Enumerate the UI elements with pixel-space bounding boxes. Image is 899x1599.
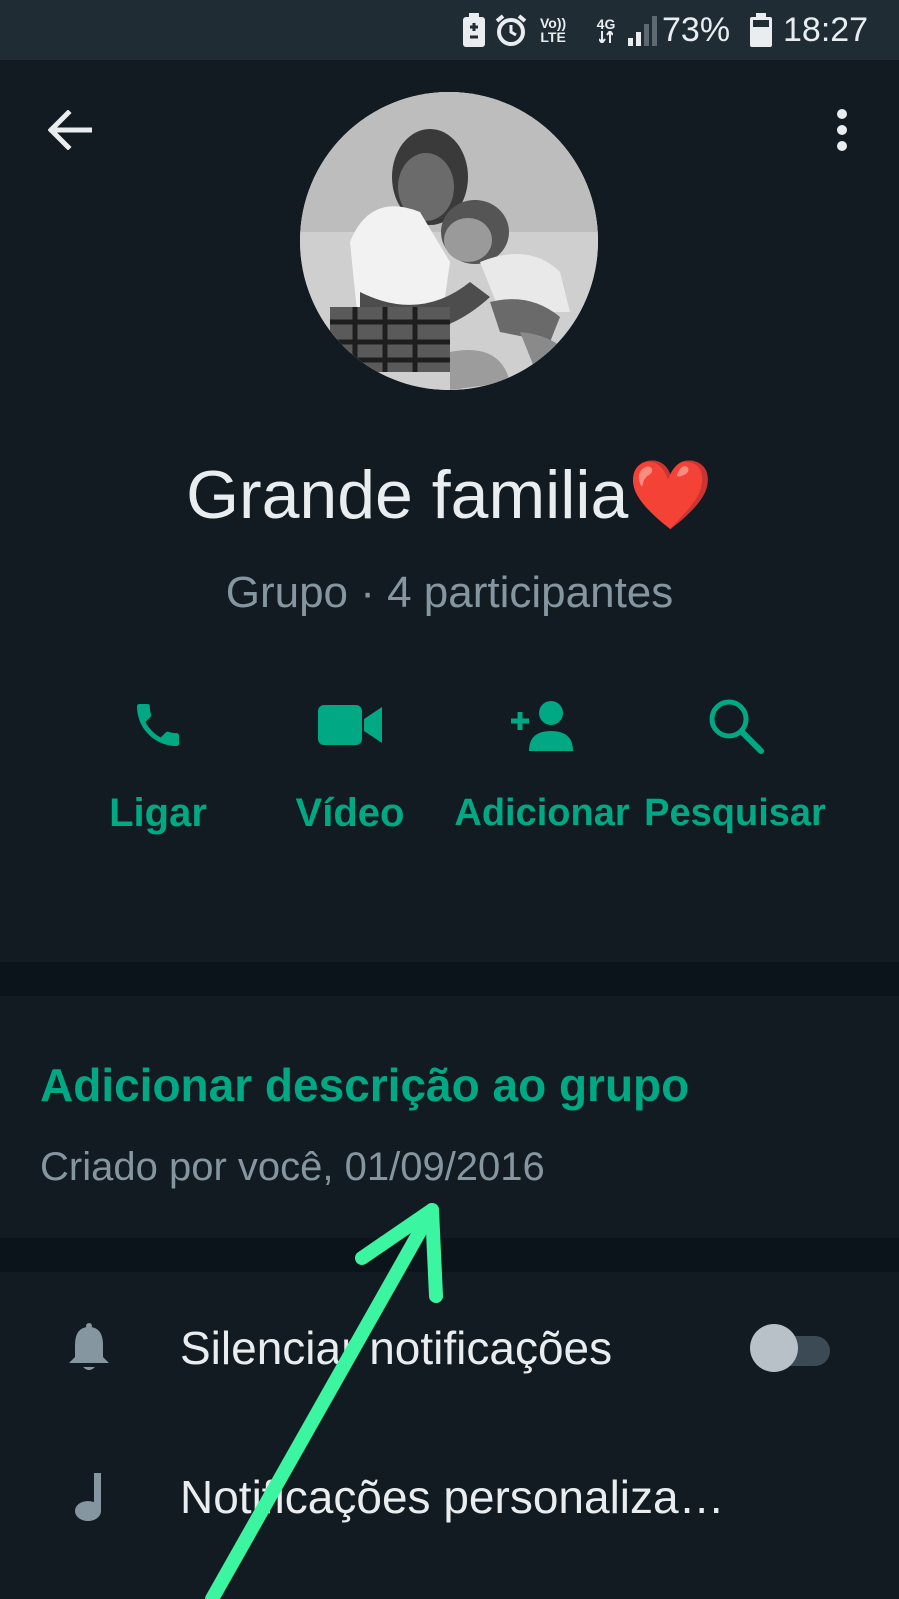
heart-emoji: ❤️ — [628, 457, 713, 533]
more-vertical-icon — [837, 109, 847, 151]
mute-notifications-row[interactable]: Silenciar notificações — [0, 1288, 899, 1408]
bell-icon — [64, 1318, 114, 1378]
mute-toggle[interactable] — [750, 1324, 830, 1372]
mute-notifications-label: Silenciar notificações — [180, 1322, 613, 1374]
call-button[interactable]: Ligar — [63, 690, 253, 835]
section-divider — [0, 1238, 899, 1272]
more-options-button[interactable] — [812, 100, 872, 160]
section-divider — [0, 962, 899, 996]
toggle-knob — [750, 1324, 798, 1372]
search-icon — [640, 690, 830, 760]
group-name: Grande familia❤️ — [0, 450, 899, 540]
custom-notifications-label: Notificações personaliza… — [180, 1471, 725, 1523]
group-photo-image — [300, 92, 598, 390]
clock: 18:27 — [783, 11, 869, 49]
created-info: Criado por você, 01/09/2016 — [40, 1145, 545, 1189]
video-icon — [255, 690, 445, 760]
back-button[interactable] — [40, 100, 100, 160]
signal-icon — [628, 12, 658, 48]
status-bar: Vo)) LTE 4G 73% 18:27 — [0, 0, 899, 60]
add-participant-button[interactable]: Adicionar — [447, 690, 637, 834]
volte-indicator: Vo)) LTE — [540, 15, 567, 45]
call-label: Ligar — [109, 791, 207, 835]
add-label: Adicionar — [454, 792, 630, 834]
search-label: Pesquisar — [644, 792, 826, 834]
add-description-link[interactable]: Adicionar descrição ao grupo — [40, 1055, 689, 1115]
group-subtitle: Grupo · 4 participantes — [225, 568, 674, 617]
battery-saver-icon — [462, 12, 486, 48]
arrow-left-icon — [48, 110, 92, 150]
music-note-icon — [64, 1467, 114, 1527]
alarm-icon — [494, 12, 528, 48]
battery-icon — [750, 12, 772, 48]
custom-notifications-row[interactable]: Notificações personaliza… — [0, 1437, 899, 1557]
video-call-button[interactable]: Vídeo — [255, 690, 445, 835]
group-name-text: Grande familia — [186, 457, 629, 533]
search-button[interactable]: Pesquisar — [640, 690, 830, 834]
phone-icon — [63, 690, 253, 760]
add-person-icon — [447, 690, 637, 760]
video-label: Vídeo — [295, 791, 405, 835]
network-type-indicator: 4G — [590, 12, 622, 48]
group-avatar[interactable] — [300, 92, 598, 390]
battery-percent: 73% — [662, 11, 731, 49]
